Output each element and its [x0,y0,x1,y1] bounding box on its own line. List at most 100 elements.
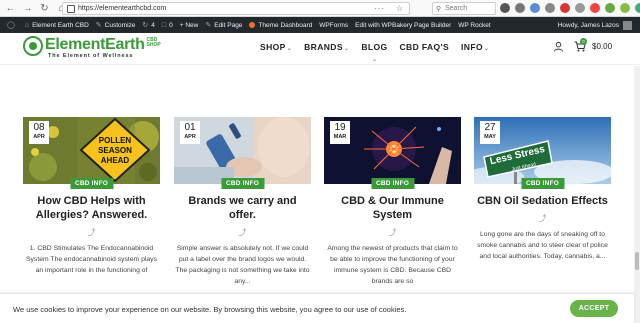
date-day: 27 [484,122,496,133]
account-icon[interactable] [530,3,540,13]
logo-shop: CBD SHOP [146,37,161,48]
page-actions-icon[interactable]: ··· [374,4,385,13]
brush-icon: ✎ [95,22,102,29]
post-image[interactable]: 19 MAR [324,117,461,184]
post-title[interactable]: CBD & Our Immune System [324,194,461,222]
post-image[interactable]: Less Stress Just Ahead 27 MAY [474,117,611,184]
post-title[interactable]: CBN Oil Sedation Effects [474,194,611,208]
post-title[interactable]: Brands we carry and offer. [174,194,311,222]
category-badge[interactable]: CBD INFO [220,178,265,189]
chevron-down-icon: ⌄ [483,46,490,52]
admin-theme-dashboard[interactable]: Theme Dashboard [249,22,312,29]
theme-dashboard-label: Theme Dashboard [258,21,313,29]
extension-icon[interactable] [635,3,640,13]
admin-updates[interactable]: ↻ 4 [142,21,155,30]
post-title[interactable]: How CBD Helps with Allergies? Answered. [23,194,160,222]
nav-label: SHOP [260,42,286,52]
post-card[interactable]: Less Stress Just Ahead 27 MAY CBD INFO C… [474,117,611,262]
share-icon[interactable]: ⤴ [23,227,160,238]
post-card[interactable]: 01 APR CBD INFO Brands we carry and offe… [174,117,311,287]
admin-account[interactable]: Howdy, James Lazos [558,17,632,33]
date-day: 01 [184,122,196,133]
date-month: MAR [333,134,347,140]
chevron-down-icon: ⌄ [372,57,378,63]
scrollbar-thumb[interactable] [635,252,639,270]
bookmark-star-icon[interactable]: ☆ [396,4,403,13]
category-badge[interactable]: CBD INFO [370,178,415,189]
wp-logo-icon[interactable]: ◯ [7,21,18,29]
extension-icon[interactable] [605,3,615,13]
admin-edit-page[interactable]: ✎ Edit Page [205,21,243,30]
edit-page-label: Edit Page [214,21,243,29]
nav-label: INFO [461,42,483,52]
cookie-banner: We use cookies to improve your experienc… [0,293,634,323]
theme-dot-icon [249,22,256,28]
nav-label: CBD FAQ'S [399,42,450,52]
post-excerpt: Among the newest of products that claim … [327,245,458,285]
accept-cookies-button[interactable]: ACCEPT [570,300,618,317]
extension-icon[interactable] [590,3,600,13]
cookie-text: We use cookies to improve your experienc… [13,305,407,314]
admin-wpbakery[interactable]: Edit with WPBakery Page Builder [355,22,451,29]
post-image[interactable]: POLLEN SEASON AHEAD 08 APR [23,117,160,184]
share-icon[interactable]: ⤴ [324,227,461,238]
updates-icon: ↻ [142,22,149,29]
page-scrollbar[interactable] [634,66,640,323]
blog-posts-section: POLLEN SEASON AHEAD 08 APR CBD INFO How … [0,66,634,323]
nav-item-brands[interactable]: BRANDS⌄ [304,42,349,52]
nav-label: BRANDS [304,42,343,52]
updates-count: 4 [151,21,155,29]
admin-site-name[interactable]: ⌂ Element Earth CBD [25,22,89,29]
reload-icon[interactable]: ↻ [38,2,51,15]
back-icon[interactable]: ← [4,2,17,15]
forward-icon[interactable]: → [21,2,34,15]
nav-item-info[interactable]: INFO⌄ [461,42,489,52]
chevron-down-icon: ⌄ [343,46,350,52]
date-badge: 01 APR [180,121,200,144]
extension-icon[interactable] [545,3,555,13]
cart-count-badge: 0 [580,38,587,45]
admin-customize[interactable]: ✎ Customize [95,21,136,30]
nav-item-cbd-faqs[interactable]: CBD FAQ'S [400,42,450,52]
category-badge[interactable]: CBD INFO [69,178,114,189]
post-image[interactable]: 01 APR [174,117,311,184]
home-icon: ⌂ [24,21,30,29]
url-bar[interactable]: https://elementearthcbd.com ··· ☆ [62,2,410,15]
date-month: APR [184,134,196,140]
admin-new[interactable]: + New [180,22,199,29]
cart-total[interactable]: $0.00 [592,42,612,51]
post-card[interactable]: POLLEN SEASON AHEAD 08 APR CBD INFO How … [23,117,160,276]
date-day: 08 [33,122,45,133]
date-badge: 27 MAY [480,121,500,144]
wp-rocket-label: WP Rocket [458,21,491,29]
search-icon: ⚲ [436,6,442,13]
date-month: APR [33,134,45,140]
adblock-icon[interactable] [560,3,570,13]
date-badge: 19 MAR [330,121,350,144]
library-icon[interactable] [500,3,510,13]
nav-item-blog[interactable]: BLOG [361,42,387,52]
post-excerpt: Simple answer is absolutely not. If we c… [175,245,310,285]
date-month: MAY [484,134,496,140]
new-label: + New [179,21,199,29]
browser-search-input[interactable]: ⚲ Search [432,2,496,15]
admin-wpforms[interactable]: WPForms [319,22,348,29]
share-icon[interactable]: ⤴ [174,227,311,238]
user-icon[interactable] [553,41,564,52]
date-badge: 08 APR [29,121,49,144]
logo-tagline: The Element of Wellness [48,53,134,59]
admin-wp-rocket[interactable]: WP Rocket [458,22,490,29]
post-card[interactable]: 19 MAR CBD INFO CBD & Our Immune System … [324,117,461,287]
extension-icon[interactable] [620,3,630,13]
site-header: ElementEarth CBD SHOP The Element of Well… [0,33,640,65]
share-icon[interactable]: ⤴ [474,213,611,224]
admin-comments[interactable]: □ 0 [162,22,173,29]
howdy-label: Howdy, James Lazos [557,21,619,29]
nav-item-shop[interactable]: SHOP⌄ [260,42,292,52]
sidebar-icon[interactable] [515,3,525,13]
url-text: https://elementearthcbd.com [78,5,167,12]
category-badge[interactable]: CBD INFO [520,178,565,189]
svg-text:POLLEN: POLLEN [99,136,132,145]
extension-icon[interactable] [575,3,585,13]
lock-icon [67,4,75,13]
